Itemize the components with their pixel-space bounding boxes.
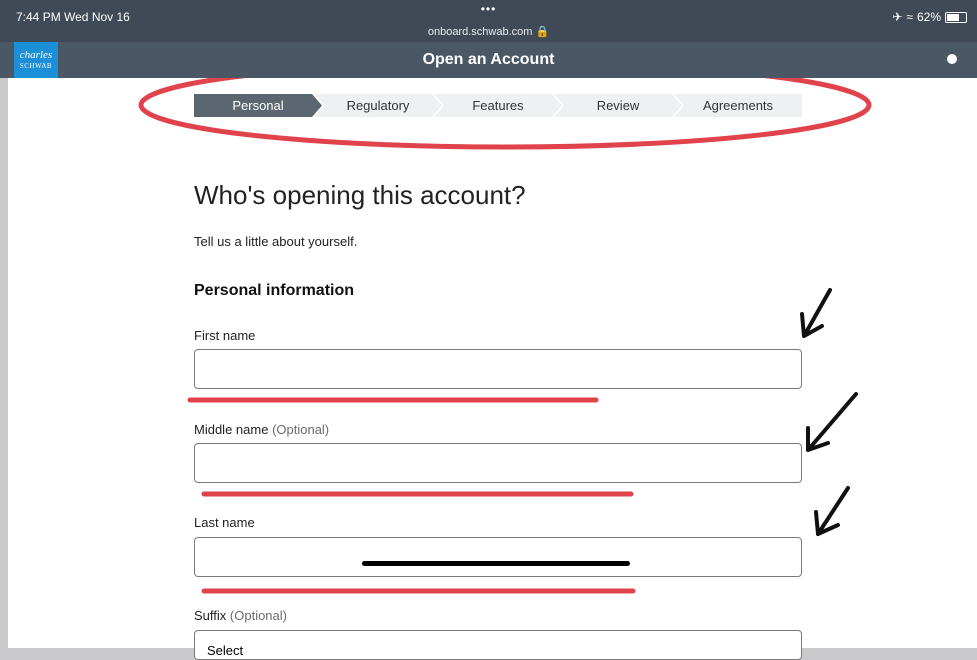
suffix-optional: (Optional) — [229, 608, 287, 623]
step-features[interactable]: Features — [434, 94, 562, 117]
wifi-icon: ≈ — [906, 10, 913, 24]
first-name-input[interactable] — [194, 349, 802, 389]
middle-name-optional: (Optional) — [272, 422, 330, 437]
step-agreements[interactable]: Agreements — [674, 94, 802, 117]
battery-percent: 62% — [916, 10, 941, 24]
app-header: charles SCHWAB Open an Account — [0, 42, 977, 78]
first-name-label: First name — [194, 328, 255, 343]
status-bar: 7:44 PM Wed Nov 16 ••• onboard.schwab.co… — [0, 0, 977, 42]
arrow-icon — [800, 288, 832, 338]
step-regulatory[interactable]: Regulatory — [314, 94, 442, 117]
tab-dots[interactable]: ••• — [0, 2, 977, 16]
page-title: Who's opening this account? — [194, 180, 526, 210]
page-subtext: Tell us a little about yourself. — [194, 234, 358, 249]
arrow-icon — [806, 392, 858, 452]
suffix-label-text: Suffix — [194, 608, 227, 623]
middle-name-label-text: Middle name — [194, 422, 269, 437]
last-name-label: Last name — [194, 515, 255, 530]
middle-name-label: Middle name (Optional) — [194, 422, 329, 437]
chat-icon[interactable] — [947, 54, 957, 64]
arrow-icon — [814, 486, 850, 536]
first-name-label-text: First name — [194, 328, 256, 343]
last-name-input[interactable] — [194, 537, 802, 577]
battery-icon — [945, 11, 967, 23]
suffix-label: Suffix (Optional) — [194, 608, 287, 623]
section-title: Personal information — [194, 282, 355, 299]
step-personal[interactable]: Personal — [194, 94, 322, 117]
url-bar[interactable]: onboard.schwab.com 🔒 — [0, 25, 977, 38]
suffix-select[interactable]: Select — [194, 630, 802, 660]
airplane-icon: ✈ — [892, 10, 903, 24]
middle-name-input[interactable] — [194, 443, 802, 483]
progress-steps: Personal Regulatory Features Review Agre… — [194, 94, 802, 117]
status-indicators: ✈ ≈ 62% — [892, 10, 967, 24]
home-indicator — [362, 561, 630, 566]
suffix-selected-value: Select — [207, 643, 244, 658]
last-name-label-text: Last name — [194, 515, 255, 530]
page-header-title: Open an Account — [422, 51, 555, 68]
step-review[interactable]: Review — [554, 94, 682, 117]
